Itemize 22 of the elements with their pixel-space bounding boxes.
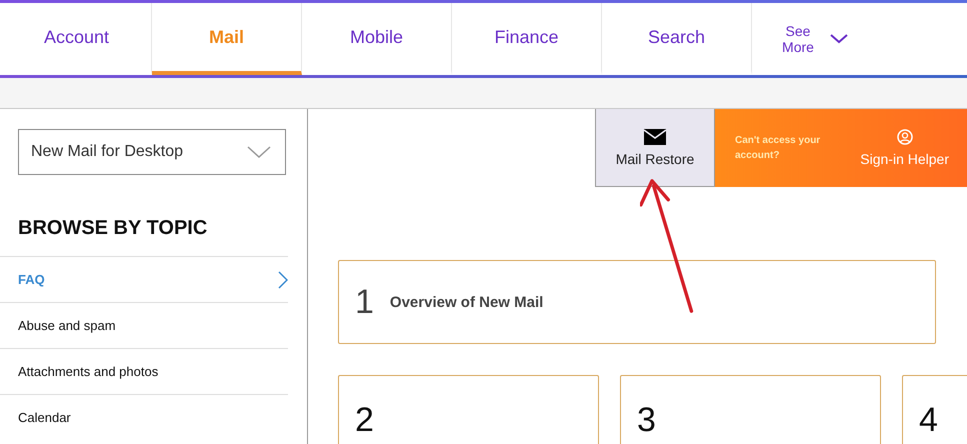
topic-item[interactable]: Attachments and photos — [0, 348, 288, 394]
card-number: 1 — [355, 282, 374, 322]
topic-dropdown[interactable]: New Mail for Desktop — [18, 129, 286, 175]
chevron-right-icon — [278, 270, 288, 288]
user-icon — [896, 129, 913, 145]
topic-card[interactable]: 2 — [338, 375, 599, 444]
envelope-icon — [644, 128, 666, 144]
banner-question: Can't access your account? — [735, 134, 822, 163]
topic-card[interactable]: 3 — [620, 375, 881, 444]
topic-item[interactable]: Calendar — [0, 394, 288, 440]
chevron-down-icon — [830, 34, 848, 44]
topic-item[interactable]: Abuse and spam — [0, 302, 288, 348]
card-title: Overview of New Mail — [390, 294, 544, 310]
chevron-down-icon — [247, 146, 271, 158]
topic-card[interactable]: 4 — [902, 375, 967, 444]
card-number: 4 — [919, 400, 938, 440]
card-number: 2 — [355, 400, 374, 440]
card-number: 3 — [637, 400, 656, 440]
mail-restore-button[interactable]: Mail Restore — [595, 109, 715, 187]
topic-item[interactable]: FAQ — [0, 256, 288, 302]
topic-card[interactable]: 1 Overview of New Mail — [338, 260, 936, 344]
section-heading: BROWSE BY TOPIC — [18, 217, 208, 240]
